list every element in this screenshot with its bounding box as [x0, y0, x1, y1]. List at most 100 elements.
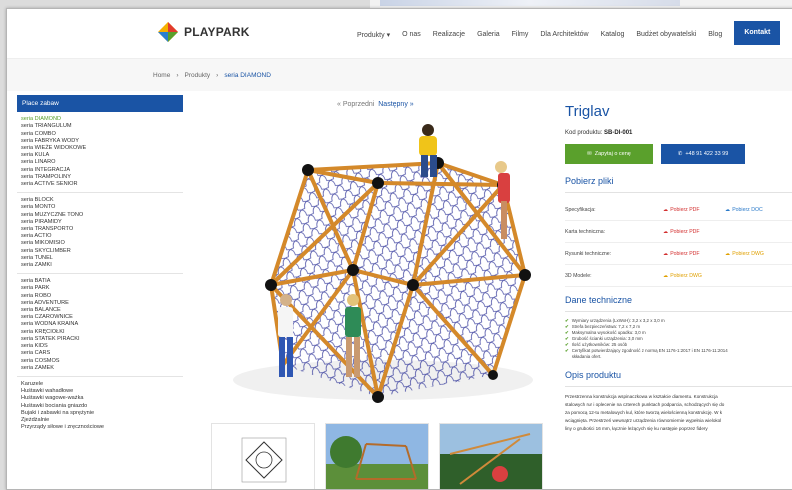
tech-item-text: składania ofert.: [571, 354, 602, 359]
sidebar-item[interactable]: seria KIDS: [21, 343, 183, 350]
file-row: Specyfikacja: ☁ Pobierz PDF ☁ Pobierz DOC: [565, 199, 792, 221]
sidebar-item[interactable]: seria CARS: [21, 350, 183, 357]
sidebar-item[interactable]: seria PARK: [21, 285, 183, 292]
thumbnail-photo-1[interactable]: [325, 423, 429, 489]
file-row: Rysunki techniczne: ☁ Pobierz PDF ☁ Pobier…: [565, 243, 792, 265]
phone-button[interactable]: ✆ +48 91 422 33 99: [661, 144, 745, 164]
nav-dla-architektow[interactable]: Dla Architektów: [534, 25, 594, 45]
divider: [565, 192, 792, 193]
breadcrumb-home[interactable]: Home: [153, 72, 170, 79]
sidebar-item[interactable]: seria INTEGRACJA: [21, 167, 183, 174]
sidebar-item[interactable]: seria BLOCK: [21, 197, 183, 204]
download-dwg-label: Pobierz DWG: [670, 272, 702, 279]
logo[interactable]: PLAYPARK: [157, 21, 250, 43]
product-code: Kod produktu: SB-DI-001: [565, 130, 792, 136]
description-heading: Opis produktu: [565, 370, 622, 380]
sidebar-item[interactable]: seria PIRAMIDY: [21, 219, 183, 226]
sidebar-item[interactable]: seria KRĘCIOŁKI: [21, 329, 183, 336]
sidebar-item[interactable]: seria CZAROWNICE: [21, 314, 183, 321]
sidebar-item[interactable]: seria ZAMEK: [21, 365, 183, 372]
sidebar-item[interactable]: seria SKYCLIMBER: [21, 248, 183, 255]
sidebar-group-2: seria BLOCK seria MONTO seria MUZYCZNE T…: [17, 197, 183, 269]
sidebar-item[interactable]: seria DIAMOND: [21, 116, 183, 123]
sidebar-item[interactable]: seria COMBO: [21, 131, 183, 138]
nav-filmy[interactable]: Filmy: [506, 25, 535, 45]
phone-label: +48 91 422 33 99: [685, 151, 729, 157]
description-line: stalowych rur i oplecenie na czterech pu…: [565, 402, 725, 407]
sidebar-item[interactable]: seria KULA: [21, 152, 183, 159]
sidebar-item[interactable]: seria ADVENTURE: [21, 300, 183, 307]
thumbnail-strip: [211, 423, 543, 489]
sidebar-item[interactable]: seria TRIANGULUM: [21, 123, 183, 130]
download-dwg-link[interactable]: ☁ Pobierz DWG: [725, 251, 787, 257]
sidebar-item[interactable]: seria ZAMKI: [21, 262, 183, 269]
sidebar-item[interactable]: seria TRAMPOLINY: [21, 174, 183, 181]
divider: [17, 375, 183, 377]
tech-item: ✔składania ofert.: [565, 354, 792, 360]
download-pdf-link[interactable]: ☁ Pobierz PDF: [663, 207, 725, 213]
download-doc-link[interactable]: ☁ Pobierz DOC: [725, 207, 787, 213]
files-table: Specyfikacja: ☁ Pobierz PDF ☁ Pobierz DOC …: [565, 199, 792, 287]
sidebar-heading[interactable]: Place zabaw: [17, 95, 183, 113]
sidebar-item[interactable]: seria WODNA KRAINA: [21, 321, 183, 328]
sidebar-item[interactable]: seria ACTIO: [21, 233, 183, 240]
download-pdf-label: Pobierz PDF: [670, 228, 700, 235]
divider: [565, 311, 792, 312]
cloud-download-icon: ☁: [725, 206, 731, 213]
sidebar-item[interactable]: seria LINARO: [21, 159, 183, 166]
breadcrumb-separator: ›: [216, 71, 219, 79]
sidebar-item[interactable]: seria BATIA: [21, 278, 183, 285]
next-link[interactable]: Następny »: [378, 101, 413, 108]
sidebar-item[interactable]: Huśtawki bociania gniazdo: [21, 403, 183, 410]
download-pdf-label: Pobierz PDF: [670, 250, 700, 257]
sidebar-item[interactable]: seria BALANCE: [21, 307, 183, 314]
nav-budzet[interactable]: Budżet obywatelski: [630, 25, 702, 45]
description-line: liny o grubości 16 mm, łącznie leżących …: [565, 426, 708, 431]
sidebar-item[interactable]: Huśtawki wagowe-ważka: [21, 395, 183, 402]
sidebar-item[interactable]: seria STATEK PIRACKI: [21, 336, 183, 343]
technical-data: Dane techniczne ✔ Wymiary urządzenia (LxW…: [565, 295, 792, 360]
nav-katalog[interactable]: Katalog: [595, 25, 631, 45]
download-dwg-link[interactable]: ☁ Pobierz DWG: [663, 273, 725, 279]
divider: [17, 273, 183, 275]
logo-diamond-icon: [158, 22, 178, 42]
sidebar-item[interactable]: seria FABRYKA WODY: [21, 138, 183, 145]
sidebar-item[interactable]: seria TRANSPORTO: [21, 226, 183, 233]
nav-blog[interactable]: Blog: [702, 25, 728, 45]
download-pdf-link[interactable]: ☁ Pobierz PDF: [663, 229, 725, 235]
product-image[interactable]: [203, 115, 549, 415]
check-icon: ✔: [565, 348, 569, 353]
cloud-download-icon: ☁: [725, 250, 731, 257]
sidebar-item[interactable]: seria COSMOS: [21, 358, 183, 365]
prev-link[interactable]: « Poprzedni: [337, 101, 374, 108]
download-pdf-label: Pobierz PDF: [670, 206, 700, 213]
contact-button[interactable]: Kontakt: [734, 21, 781, 45]
sidebar-item[interactable]: seria TUNEL: [21, 255, 183, 262]
thumbnail-plan[interactable]: [211, 423, 315, 489]
sidebar-item[interactable]: Huśtawki wahadłowe: [21, 388, 183, 395]
sidebar-item[interactable]: seria ROBO: [21, 293, 183, 300]
sidebar-item[interactable]: Przyrządy siłowe i zręcznościowe: [21, 424, 183, 431]
nav-produkty[interactable]: Produkty ▾: [351, 25, 396, 45]
sidebar-item[interactable]: Bujaki i zabawki na sprężynie: [21, 410, 183, 417]
nav-galeria[interactable]: Galeria: [471, 25, 506, 45]
download-doc-label: Pobierz DOC: [732, 206, 763, 213]
sidebar-item[interactable]: seria WIEŻE WIDOKOWE: [21, 145, 183, 152]
breadcrumb-separator: ›: [176, 71, 179, 79]
sidebar-item[interactable]: Zjeżdżalnie: [21, 417, 183, 424]
sidebar-item[interactable]: seria MIKOMISIO: [21, 240, 183, 247]
main-nav: Produkty ▾ O nas Realizacje Galeria Film…: [351, 21, 781, 45]
ask-price-button[interactable]: ✉ Zapytaj o cenę: [565, 144, 653, 164]
tech-list: ✔ Wymiary urządzenia (LxWxH): 3,2 x 3,2 x…: [565, 318, 792, 360]
nav-o-nas[interactable]: O nas: [396, 25, 427, 45]
breadcrumb-current[interactable]: seria DIAMOND: [224, 72, 271, 79]
sidebar-item[interactable]: seria MUZYCZNE TONO: [21, 212, 183, 219]
thumbnail-photo-2[interactable]: [439, 423, 543, 489]
sidebar-item[interactable]: seria ACTIVE SENIOR: [21, 181, 183, 188]
breadcrumb-products[interactable]: Produkty: [185, 72, 211, 79]
sidebar-item[interactable]: seria MONTO: [21, 204, 183, 211]
product-title: Triglav: [565, 103, 610, 120]
nav-realizacje[interactable]: Realizacje: [427, 25, 471, 45]
sidebar-item[interactable]: Karuzele: [21, 381, 183, 388]
download-pdf-link[interactable]: ☁ Pobierz PDF: [663, 251, 725, 257]
